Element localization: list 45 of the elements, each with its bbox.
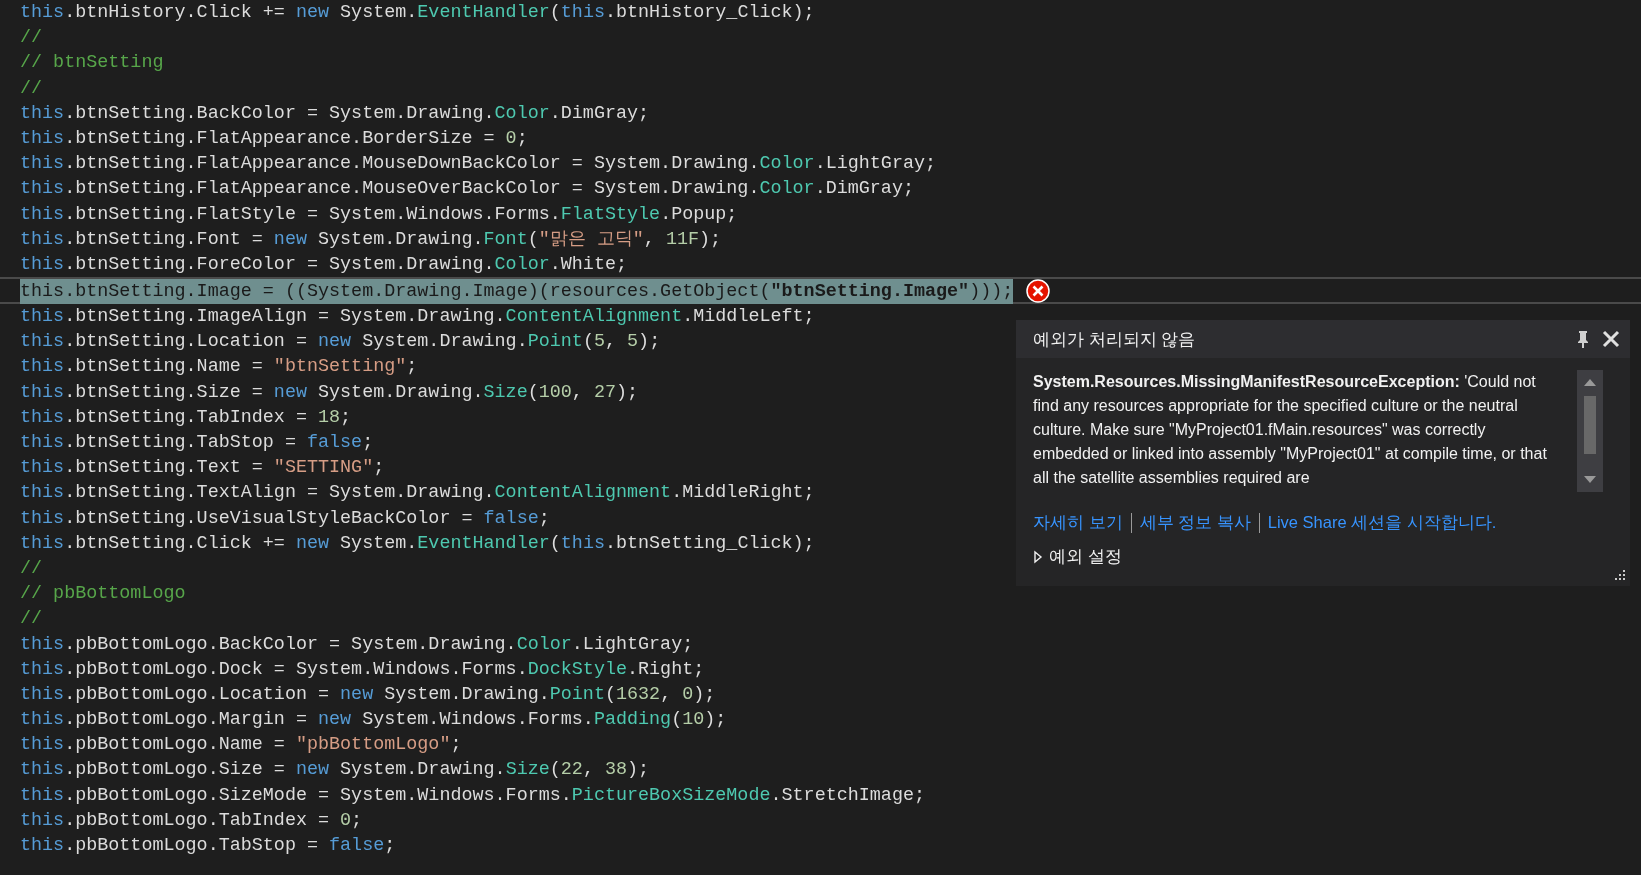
exception-message: System.Resources.MissingManifestResourceException: 'Could not find any resources appropriate for the specified culture or the neutral culture. Make sure "MyProject01.fMain.resources" was correctly embedded or linked into assembly "MyProject01" at compile time, or that all the satellite assemblies required are [1033,372,1548,488]
code-line: this.btnSetting.TabStop = false; [20,431,374,455]
code-line: this.btnSetting.FlatAppearance.BorderSize = 0; [20,126,528,151]
code-line: this.btnSetting.Text = "SETTING"; [20,456,385,481]
code-line: this.pbBottomLogo.Location = new System.Drawing.Point(1632, 0); [20,682,716,707]
code-line: this.btnSetting.Size = new System.Drawing.Size(100, 27); [20,380,639,405]
code-line: this.btnSetting.UseVisualStyleBackColor = false; [20,506,550,531]
code-line: this.pbBottomLogo.Name = "pbBottomLogo"; [20,733,462,758]
code-line: this.pbBottomLogo.Size = new System.Drawing.Size(22, 38); [20,758,650,783]
close-icon[interactable] [1602,330,1620,348]
code-line: // [20,556,43,581]
code-line: this.btnSetting.TextAlign = System.Drawing.ContentAlignment.MiddleRight; [20,481,815,506]
code-line: this.btnSetting.Name = "btnSetting"; [20,355,418,380]
popup-link[interactable]: Live Share 세션을 시작합니다. [1267,512,1497,534]
exception-settings-toggle[interactable]: 예외 설정 [1033,546,1122,568]
code-line: this.btnHistory.Click += new System.EventHandler(this.btnHistory_Click); [20,1,815,25]
code-line: // [20,76,43,101]
code-line: this.btnSetting.FlatAppearance.MouseDownBackColor = System.Drawing.Color.LightGray; [20,152,937,177]
popup-title: 예외가 처리되지 않음 [1033,328,1197,351]
popup-link[interactable]: 자세히 보기 [1033,512,1123,534]
scrollbar[interactable] [1577,370,1603,492]
code-line: this.btnSetting.FlatAppearance.MouseOverBackColor = System.Drawing.Color.DimGray; [20,177,914,202]
code-line: this.btnSetting.Click += new System.EventHandler(this.btnSetting_Click); [20,531,815,556]
code-line: this.pbBottomLogo.SizeMode = System.Windows.Forms.PictureBoxSizeMode.StretchImage; [20,783,925,808]
code-line: this.btnSetting.ForeColor = System.Drawing.Color.White; [20,252,628,277]
code-line: this.btnSetting.FlatStyle = System.Windows.Forms.FlatStyle.Popup; [20,202,738,227]
code-line: this.btnSetting.ImageAlign = System.Drawing.ContentAlignment.MiddleLeft; [20,305,815,330]
code-line: // pbBottomLogo [20,582,186,607]
popup-link[interactable]: 세부 정보 복사 [1139,512,1251,534]
code-line: // [20,607,43,632]
pin-icon[interactable] [1576,330,1590,348]
code-line: this.btnSetting.TabIndex = 18; [20,405,352,430]
resize-grip[interactable] [1612,568,1626,582]
code-line: this.btnSetting.BackColor = System.Drawing.Color.DimGray; [20,101,650,126]
code-line: this.pbBottomLogo.TabIndex = 0; [20,808,363,833]
code-line: this.pbBottomLogo.Dock = System.Windows.Forms.DockStyle.Right; [20,657,705,682]
code-line: this.btnSetting.Font = new System.Drawing.Font("맑은 고딕", 11F); [20,227,722,252]
expander-icon [1033,550,1043,564]
code-line: this.pbBottomLogo.Margin = new System.Windows.Forms.Padding(10); [20,708,727,733]
code-line: this.btnSetting.Location = new System.Drawing.Point(5, 5); [20,330,661,355]
error-icon [1026,279,1050,303]
code-line: // [20,26,43,51]
code-line: // btnSetting [20,51,164,76]
code-line: this.pbBottomLogo.BackColor = System.Drawing.Color.LightGray; [20,632,694,657]
code-line: this.pbBottomLogo.TabStop = false; [20,834,396,858]
